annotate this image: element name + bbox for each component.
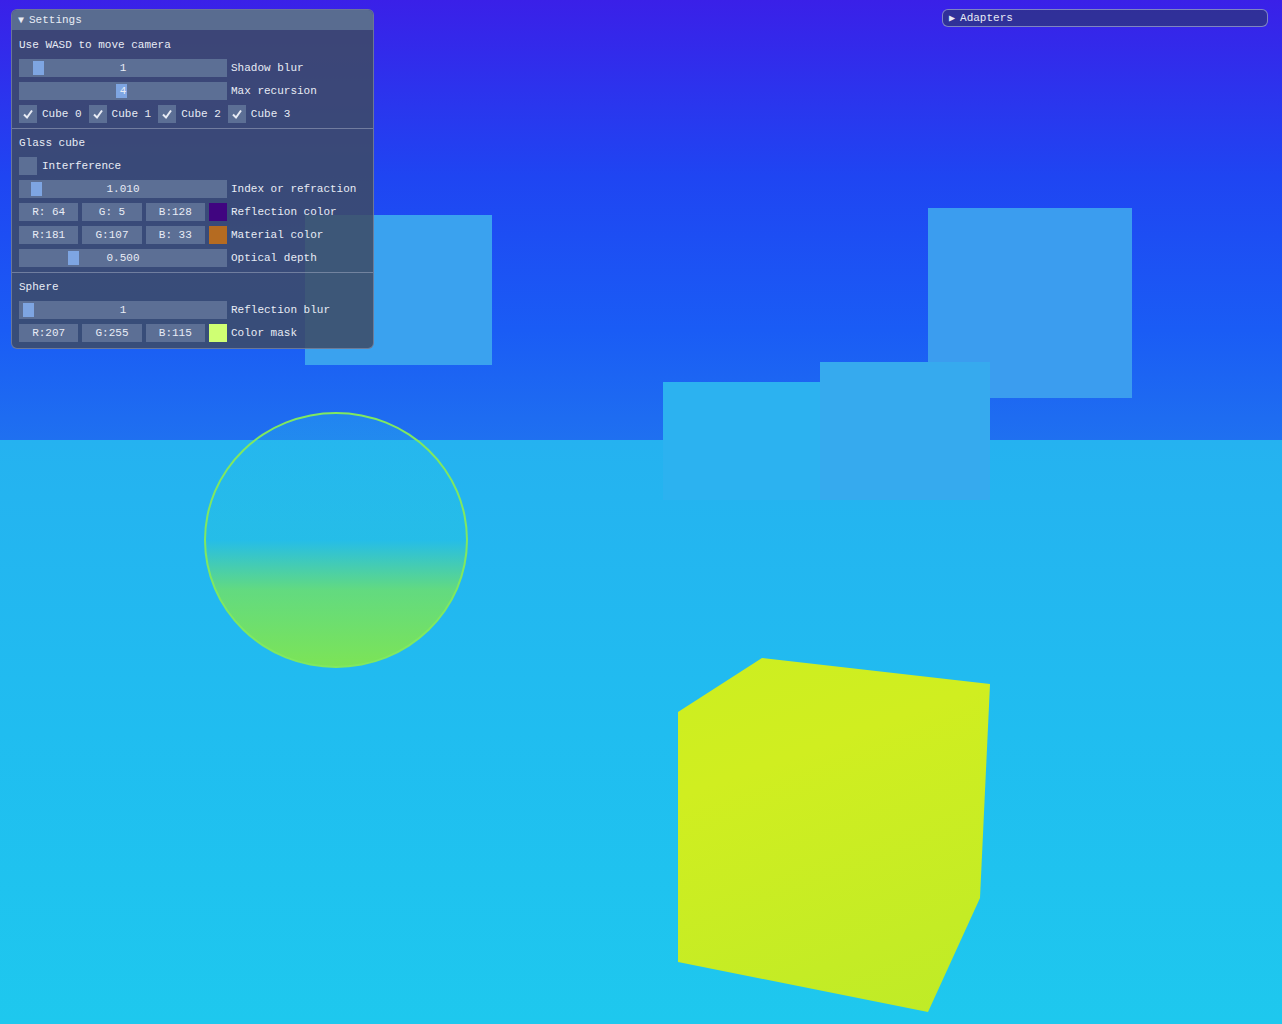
slider-grab[interactable] [33,61,44,75]
checkbox[interactable]: Cube 2 [158,105,221,123]
color-channel-field[interactable]: B:115 [146,324,205,342]
slider-grab[interactable] [68,251,79,265]
cube [820,362,990,500]
window-title: Adapters [960,12,1013,24]
color-swatch[interactable] [209,226,227,244]
settings-window[interactable]: ▼ Settings Use WASD to move camera 1 Sha… [11,9,374,349]
checkbox-label: Interference [42,160,121,172]
slider-row: 1 Reflection blur [19,301,366,319]
checkbox-label: Cube 1 [112,108,152,120]
color-channel-field[interactable]: G:255 [82,324,141,342]
color-channel-field[interactable]: R: 64 [19,203,78,221]
collapse-toggle[interactable]: ▼ [18,15,24,26]
checkbox-box[interactable] [158,105,176,123]
checkbox-row: Interference [19,157,366,175]
check-icon [231,108,243,120]
settings-titlebar[interactable]: ▼ Settings [12,10,373,30]
checkbox[interactable]: Cube 1 [89,105,152,123]
slider-label: Optical depth [231,252,317,264]
window-title: Settings [29,14,82,26]
checkbox-box[interactable] [19,105,37,123]
checkbox-box[interactable] [19,157,37,175]
slider-label: Index or refraction [231,183,356,195]
color-label: Color mask [231,327,297,339]
slider-grab[interactable] [23,303,34,317]
checkbox-box[interactable] [228,105,246,123]
slider-row: 1.010 Index or refraction [19,180,366,198]
slider-row: 0.500 Optical depth [19,249,366,267]
color-row: R:207G:255 B:115 Color mask [19,324,366,342]
slider[interactable]: 1.010 [19,180,227,198]
slider[interactable]: 1 [19,301,227,319]
slider-label: Reflection blur [231,304,330,316]
checkbox-label: Cube 0 [42,108,82,120]
slider-label: Max recursion [231,85,317,97]
color-row: R:181G:107 B: 33 Material color [19,226,366,244]
color-label: Reflection color [231,206,337,218]
slider[interactable]: 4 [19,82,227,100]
slider-value: 0.500 [106,252,139,264]
check-icon [161,108,173,120]
checkbox[interactable]: Interference [19,157,121,175]
cube [663,382,820,500]
slider-grab[interactable] [31,182,42,196]
checkbox[interactable]: Cube 3 [228,105,291,123]
floor [0,440,1282,1024]
expand-toggle[interactable]: ▶ [949,12,955,24]
separator [12,272,373,273]
checkbox[interactable]: Cube 0 [19,105,82,123]
checkbox-group: Cube 0 Cube 1 Cube 2 Cube 3 [19,105,366,123]
slider-value: 1 [120,304,127,316]
settings-body: Use WASD to move camera 1 Shadow blur 4 … [12,30,373,348]
slider-value: 1 [120,62,127,74]
check-icon [92,108,104,120]
checkbox-box[interactable] [89,105,107,123]
color-channel-field[interactable]: R:181 [19,226,78,244]
slider[interactable]: 1 [19,59,227,77]
separator [12,128,373,129]
color-channel-field[interactable]: B: 33 [146,226,205,244]
section-header: Sphere [19,278,366,296]
color-label: Material color [231,229,323,241]
slider-value: 1.010 [106,183,139,195]
adapters-window[interactable]: ▶ Adapters [942,9,1268,27]
section-header: Glass cube [19,134,366,152]
hint-text: Use WASD to move camera [19,36,366,54]
slider-value: 4 [120,85,127,97]
slider-row: 1 Shadow blur [19,59,366,77]
color-channel-field[interactable]: G:107 [82,226,141,244]
slider[interactable]: 0.500 [19,249,227,267]
glass-sphere [204,412,468,668]
color-channel-field[interactable]: B:128 [146,203,205,221]
color-channel-field[interactable]: R:207 [19,324,78,342]
checkbox-label: Cube 2 [181,108,221,120]
app-screen: ▼ Settings Use WASD to move camera 1 Sha… [0,0,1282,1024]
color-channel-field[interactable]: G: 5 [82,203,141,221]
check-icon [22,108,34,120]
slider-label: Shadow blur [231,62,304,74]
checkbox-label: Cube 3 [251,108,291,120]
color-row: R: 64G: 5 B:128 Reflection color [19,203,366,221]
color-swatch[interactable] [209,203,227,221]
color-swatch[interactable] [209,324,227,342]
slider-row: 4 Max recursion [19,82,366,100]
